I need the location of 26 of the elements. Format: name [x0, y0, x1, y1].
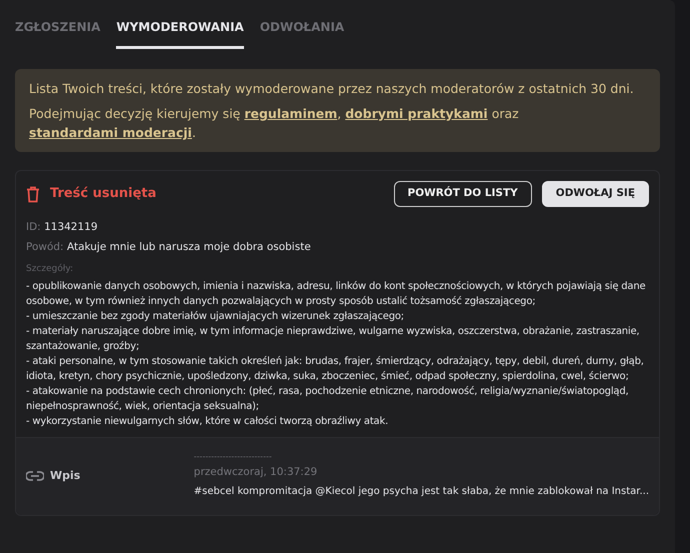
link-icon: [26, 471, 44, 481]
field-label: Szczegóły:: [26, 263, 74, 276]
entry-excerpt: #sebcel kompromitacja @Kiecol jego psycha jest tak słaba, że mnie zablokował na Instar...: [194, 485, 649, 499]
detail-item: - materiały naruszające dobre imię, w tym informacje nieprawdziwe, wulgarne wyzwiska, oszczerstwa, obrażanie, zastraszanie, szantażowanie, groźby;: [26, 324, 640, 354]
detail-item: - umieszczanie bez zgody materiałów ujawniających wizerunek zgłaszającego;: [26, 310, 405, 324]
status-label: Treść usunięta: [50, 185, 156, 204]
id-value: 11342119: [44, 221, 98, 233]
policy-link[interactable]: regulaminem: [244, 106, 338, 121]
detail-item: - atakowanie na podstawie cech chronionych: (płeć, rasa, pochodzenie etniczne, narodowość, religia/wyznanie/światopogląd, niepełnosprawność, wiek, orientacja seksualna);: [26, 384, 630, 414]
separator-text: ---------------------------: [194, 451, 273, 463]
action-button[interactable]: POWRÓT DO LISTY: [394, 181, 532, 207]
action-button[interactable]: ODWOŁAJ SIĘ: [542, 181, 649, 207]
policy-link[interactable]: dobrymi praktykami: [345, 106, 488, 121]
detail-item: - ataki personalne, w tym stosowanie takich określeń jak: brudas, frajer, śmierdzący, odrażający, tępy, debil, dureń, durny, głąb, idiota, kretyn, chory psychicznie, upośledzony, dziwka, suka, zboczeniec, śmieć, odpad społeczny, spierdolina, cwel, ścierwo;: [26, 354, 645, 384]
reason-value: Atakuje mnie lub narusza moje dobra osobiste: [66, 241, 311, 253]
policy-link[interactable]: standardami moderacji: [29, 125, 192, 140]
entry-type: Wpis: [50, 468, 80, 484]
field-label: ID:: [26, 221, 41, 233]
info-text: Podejmując decyzję kierujemy się regulaminem, dobrymi praktykami oraz standardami moderacji.: [29, 105, 520, 142]
entry-date: przedwczoraj, 10:37:29: [194, 465, 318, 480]
trash-icon: [26, 186, 40, 202]
detail-item: - opublikowanie danych osobowych, imienia i nazwiska, adresu, linków do kont społecznościowych, w których pojawiają się dane osobowe, w tym również innych danych pozwalających w prosty sposób ustalić tożsamość zgłaszającego;: [26, 280, 646, 308]
field-label: Powód:: [26, 241, 64, 253]
info-text: Lista Twoich treści, które zostały wymoderowane przez naszych moderatorów z ostatnich 30 dni.: [29, 80, 635, 98]
detail-item: - wykorzystanie niewulgarnych słów, które w całości tworzą obraźliwy atak.: [26, 414, 390, 428]
tab[interactable]: WYMODEROWANIA: [116, 18, 244, 49]
